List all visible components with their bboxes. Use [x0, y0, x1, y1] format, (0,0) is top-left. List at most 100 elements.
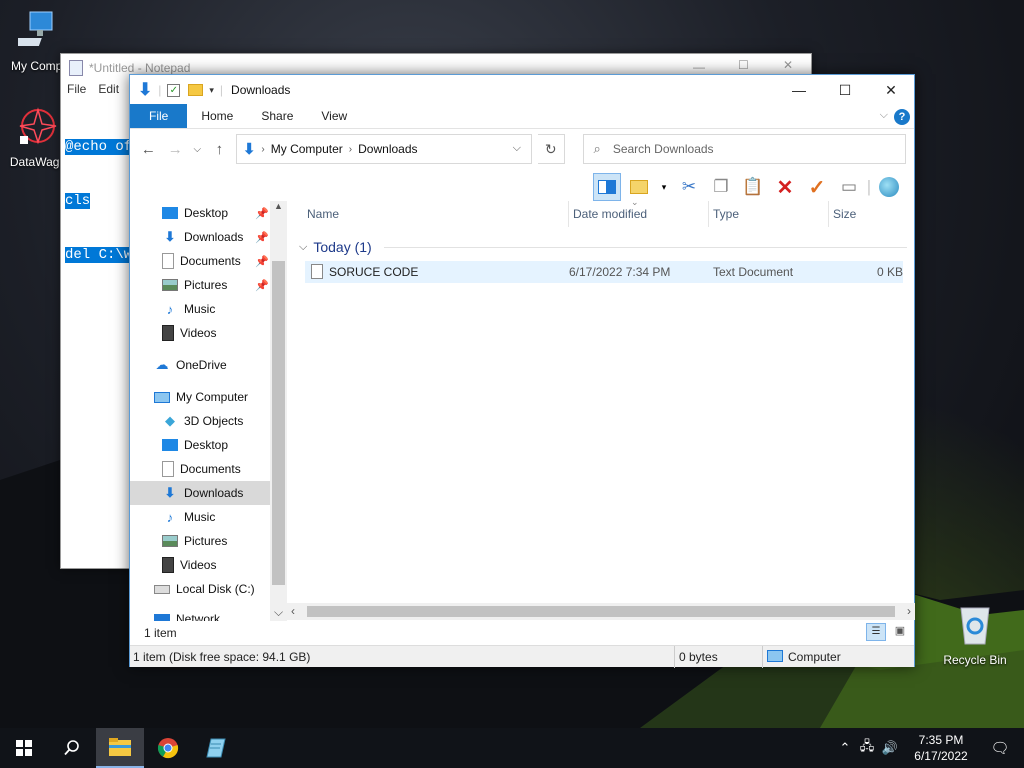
nav-item-downloads[interactable]: ⬇ Downloads 📌	[130, 225, 270, 249]
scroll-up-arrow-icon[interactable]: ▲	[270, 201, 287, 217]
file-explorer-window[interactable]: ⬇ | ✓ ▾ | Downloads — ☐ ✕ File Home Shar…	[129, 74, 915, 668]
delete-icon[interactable]: ✕	[771, 173, 799, 201]
notepad-menu-edit[interactable]: Edit	[98, 82, 119, 102]
taskbar-notepad[interactable]	[192, 728, 240, 768]
folder-options-button[interactable]	[625, 173, 653, 201]
nav-item-my-computer[interactable]: My Computer	[130, 385, 270, 409]
nav-item-music[interactable]: ♪ Music	[130, 297, 270, 321]
item-count-bar: 1 item ☰ ▣	[130, 621, 914, 643]
explorer-titlebar[interactable]: ⬇ | ✓ ▾ | Downloads — ☐ ✕	[130, 75, 914, 105]
status-bar: 1 item (Disk free space: 94.1 GB) 0 byte…	[130, 645, 914, 668]
nav-item-desktop-2[interactable]: Desktop	[130, 433, 270, 457]
taskbar-chrome[interactable]	[144, 728, 192, 768]
notepad-maximize-button[interactable]: ☐	[738, 58, 749, 72]
column-header-type[interactable]: Type	[708, 201, 828, 227]
ribbon-expand-chevron-icon[interactable]: ⌵	[880, 109, 888, 122]
scrollbar-thumb[interactable]	[272, 261, 285, 585]
start-button[interactable]	[0, 728, 48, 768]
notepad-menu-file[interactable]: File	[67, 82, 86, 102]
pictures-icon	[162, 279, 178, 291]
file-list[interactable]: Name Date modified ⌄ Type Size ⌵ Today (…	[287, 197, 915, 605]
search-box[interactable]: ⌕ Search Downloads	[582, 134, 906, 164]
column-header-name[interactable]: Name	[307, 201, 339, 227]
properties-checkbox-icon[interactable]: ✓	[167, 83, 181, 97]
forward-button[interactable]: →	[165, 141, 186, 158]
nav-item-documents[interactable]: Documents 📌	[130, 249, 270, 273]
nav-item-documents-2[interactable]: Documents	[130, 457, 270, 481]
folder-options-dropdown-icon[interactable]: ▾	[657, 173, 671, 201]
breadcrumb-downloads[interactable]: Downloads	[358, 142, 417, 156]
file-row[interactable]: SORUCE CODE 6/17/2022 7:34 PM Text Docum…	[305, 261, 903, 283]
help-icon[interactable]: ?	[894, 109, 910, 125]
clock[interactable]: 7:35 PM 6/17/2022	[906, 732, 976, 764]
nav-item-pictures[interactable]: Pictures 📌	[130, 273, 270, 297]
refresh-button[interactable]: ↻	[537, 134, 565, 164]
nav-item-desktop[interactable]: Desktop 📌	[130, 201, 270, 225]
globe-icon[interactable]	[875, 173, 903, 201]
nav-item-3d-objects[interactable]: ◆ 3D Objects	[130, 409, 270, 433]
scroll-down-arrow-icon[interactable]: ⌵	[270, 605, 287, 621]
up-button[interactable]: ↑	[209, 141, 230, 158]
column-header-size[interactable]: Size	[828, 201, 908, 227]
scroll-left-arrow-icon[interactable]: ‹	[291, 604, 295, 618]
address-dropdown-icon[interactable]: ⌵	[513, 142, 521, 155]
close-button[interactable]: ✕	[868, 75, 914, 105]
qat-dropdown-icon[interactable]: ▾	[209, 85, 214, 96]
nav-item-onedrive[interactable]: ☁ OneDrive	[130, 353, 270, 377]
recent-locations-chevron-icon[interactable]: ⌵	[192, 144, 203, 155]
show-hidden-icons-chevron-icon[interactable]: ⌃	[834, 740, 856, 756]
minimize-button[interactable]: —	[776, 75, 822, 105]
action-center-icon[interactable]: 🗨	[976, 739, 1024, 757]
cut-icon[interactable]: ✂	[675, 173, 703, 201]
notepad-icon	[69, 60, 83, 76]
volume-icon[interactable]: 🔊	[878, 740, 902, 756]
ribbon-tab-file[interactable]: File	[130, 104, 188, 128]
music-icon: ♪	[166, 509, 174, 525]
rename-icon[interactable]: ▭	[835, 173, 863, 201]
back-button[interactable]: ←	[138, 141, 159, 158]
paste-icon[interactable]: 📋	[739, 173, 767, 201]
notepad-minimize-button[interactable]: —	[693, 60, 705, 74]
maximize-button[interactable]: ☐	[822, 75, 868, 105]
system-tray: ⌃ 🖧 🔊 7:35 PM 6/17/2022 🗨	[834, 728, 1024, 768]
hscroll-thumb[interactable]	[307, 606, 895, 617]
ribbon-tabs: File Home Share View ⌵ ?	[130, 104, 914, 129]
nav-item-videos-2[interactable]: Videos	[130, 553, 270, 577]
large-icons-view-button[interactable]: ▣	[890, 623, 910, 641]
notepad-close-button[interactable]: ✕	[783, 58, 793, 72]
breadcrumb-separator-icon: ›	[261, 143, 265, 155]
group-header-today[interactable]: ⌵ Today (1)	[299, 235, 907, 259]
search-icon: ⌕	[593, 141, 601, 156]
nav-item-pictures-2[interactable]: Pictures	[130, 529, 270, 553]
scroll-right-arrow-icon[interactable]: ›	[907, 604, 911, 618]
preview-pane-button[interactable]	[593, 173, 621, 201]
desktop-icon-recycle-bin[interactable]: Recycle Bin	[937, 600, 1013, 667]
nav-item-music-2[interactable]: ♪ Music	[130, 505, 270, 529]
nav-item-network[interactable]: Network	[130, 607, 270, 621]
network-icon[interactable]: 🖧	[856, 737, 878, 759]
desktop-icon	[162, 207, 178, 219]
taskbar-file-explorer[interactable]	[96, 728, 144, 768]
address-bar[interactable]: ⬇ › My Computer › Downloads ⌵	[235, 134, 532, 164]
nav-item-downloads-2[interactable]: ⬇ Downloads	[130, 481, 270, 505]
cloud-icon: ☁	[155, 357, 169, 372]
ribbon-tab-home[interactable]: Home	[187, 104, 247, 128]
nav-item-local-disk[interactable]: Local Disk (C:)	[130, 577, 270, 601]
file-name: SORUCE CODE	[329, 265, 419, 279]
search-button[interactable]	[48, 728, 96, 768]
check-icon[interactable]: ✓	[803, 173, 831, 201]
breadcrumb-my-computer[interactable]: My Computer	[271, 142, 343, 156]
horizontal-scrollbar[interactable]: ‹ ›	[287, 603, 915, 620]
windows-logo-icon	[16, 740, 32, 756]
details-view-button[interactable]: ☰	[866, 623, 886, 641]
ribbon-tab-share[interactable]: Share	[247, 104, 307, 128]
ribbon-tab-view[interactable]: View	[307, 104, 361, 128]
qat-separator: |	[158, 83, 162, 97]
group-label: Today (1)	[313, 239, 372, 255]
nav-item-videos[interactable]: Videos	[130, 321, 270, 345]
navigation-scrollbar[interactable]: ▲ ⌵	[270, 201, 287, 621]
new-folder-icon[interactable]	[188, 84, 204, 96]
downloads-icon: ⬇	[164, 485, 176, 500]
notepad-line: del C:\w	[65, 247, 133, 263]
copy-icon[interactable]: ❐	[707, 173, 735, 201]
